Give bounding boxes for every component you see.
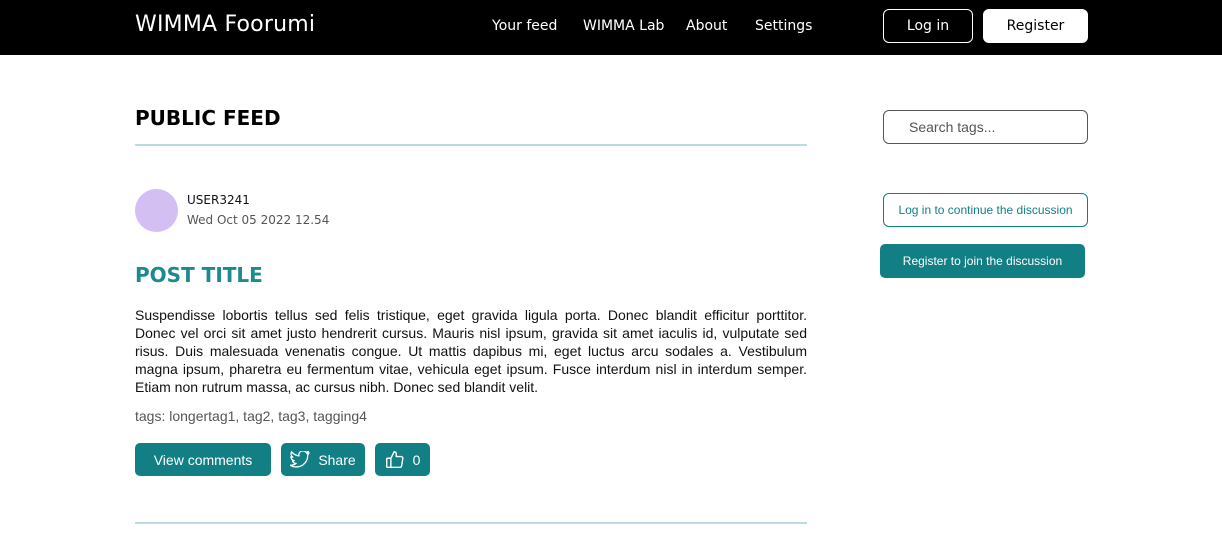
register-to-join-button[interactable]: Register to join the discussion bbox=[880, 244, 1085, 278]
thumbs-up-icon bbox=[385, 450, 405, 469]
post-username: USER3241 bbox=[187, 193, 250, 207]
nav-your-feed[interactable]: Your feed bbox=[492, 18, 557, 34]
share-label: Share bbox=[318, 451, 356, 468]
view-comments-label: View comments bbox=[153, 451, 253, 468]
view-comments-button[interactable]: View comments bbox=[135, 443, 271, 476]
post-timestamp: Wed Oct 05 2022 12.54 bbox=[187, 213, 330, 227]
page-title: PUBLIC FEED bbox=[135, 106, 281, 130]
post-divider bbox=[135, 522, 807, 524]
login-button[interactable]: Log in bbox=[883, 9, 973, 43]
like-count: 0 bbox=[412, 451, 421, 468]
like-button[interactable]: 0 bbox=[375, 443, 430, 476]
post-tags: tags: longertag1, tag2, tag3, tagging4 bbox=[135, 408, 367, 424]
nav-about[interactable]: About bbox=[686, 18, 727, 34]
nav-wimma-lab[interactable]: WIMMA Lab bbox=[583, 18, 664, 34]
twitter-bird-icon bbox=[290, 450, 310, 469]
nav-settings[interactable]: Settings bbox=[755, 18, 812, 34]
login-to-continue-button[interactable]: Log in to continue the discussion bbox=[883, 193, 1088, 227]
post-body: Suspendisse lobortis tellus sed felis tr… bbox=[135, 307, 807, 395]
avatar bbox=[135, 189, 178, 232]
post-title: POST TITLE bbox=[135, 263, 263, 287]
feed-title-divider bbox=[135, 144, 807, 146]
brand-logo[interactable]: WIMMA Foorumi bbox=[135, 12, 315, 37]
register-button[interactable]: Register bbox=[983, 9, 1088, 43]
search-tags-input[interactable] bbox=[883, 110, 1088, 144]
top-navigation-bar: WIMMA Foorumi Your feed WIMMA Lab About … bbox=[0, 0, 1222, 55]
share-button[interactable]: Share bbox=[281, 443, 365, 476]
